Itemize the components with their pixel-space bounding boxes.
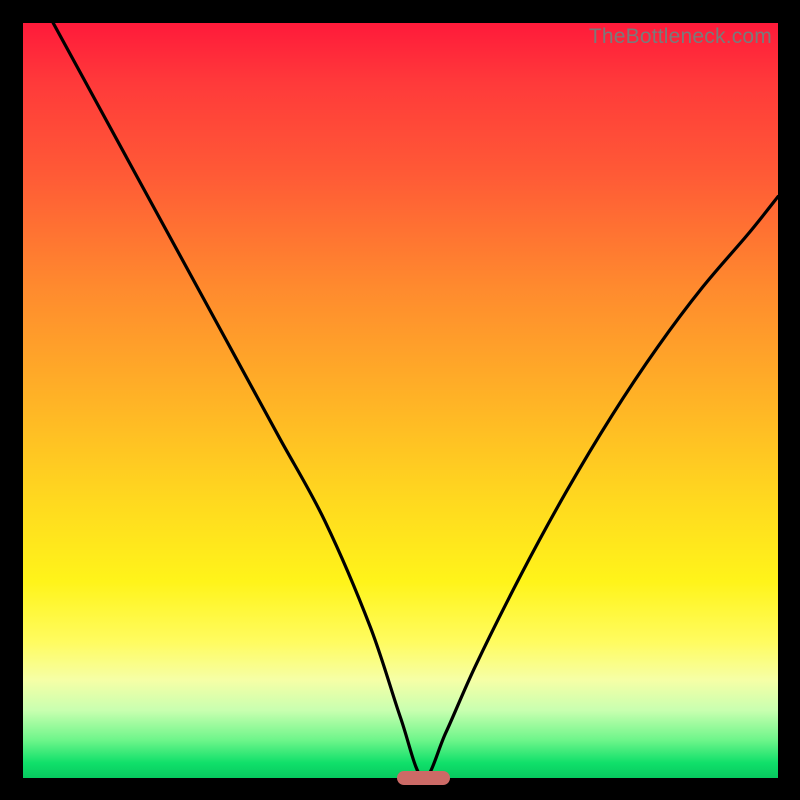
bottleneck-curve — [23, 23, 778, 778]
curve-path — [53, 23, 778, 778]
optimum-marker — [397, 771, 450, 785]
plot-area: TheBottleneck.com — [23, 23, 778, 778]
chart-frame: TheBottleneck.com — [0, 0, 800, 800]
